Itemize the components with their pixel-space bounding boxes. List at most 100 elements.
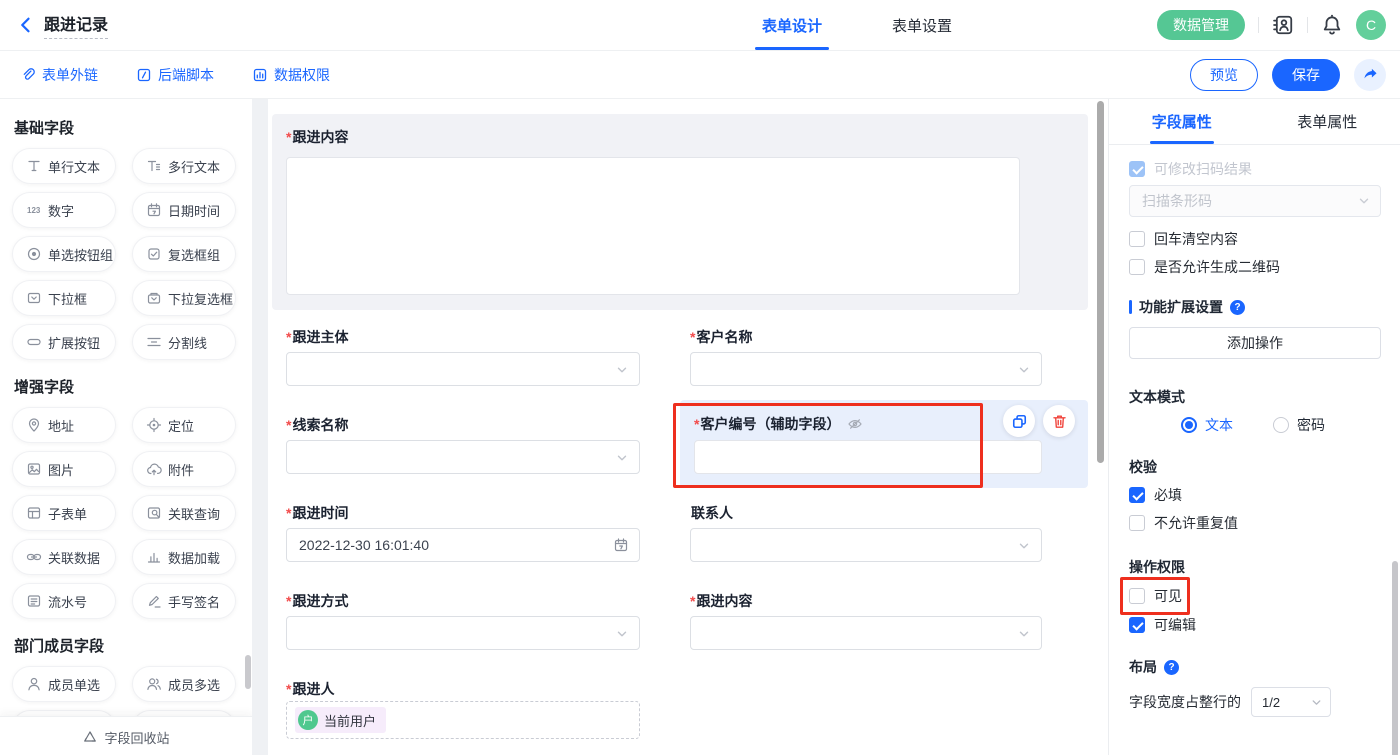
customer-no-input[interactable]: [694, 440, 1042, 474]
field-type-pill-数字[interactable]: 123数字: [12, 192, 116, 228]
field-type-pill-流水号[interactable]: 流水号: [12, 583, 116, 619]
checkbox[interactable]: [1129, 617, 1145, 633]
checkbox[interactable]: [1129, 487, 1145, 503]
validate-title: 校验: [1129, 457, 1157, 477]
checkbox-editable[interactable]: 可编辑: [1129, 615, 1196, 635]
tab-form-properties[interactable]: 表单属性: [1255, 99, 1400, 144]
field-type-pill-图片[interactable]: 图片: [12, 451, 116, 487]
clue-name-select[interactable]: [286, 440, 640, 474]
checkbox[interactable]: [1129, 588, 1145, 604]
tab-form-settings[interactable]: 表单设置: [886, 0, 958, 50]
permission-icon: [252, 67, 268, 83]
field-type-pill-扩展按钮[interactable]: 扩展按钮: [12, 324, 116, 360]
checkbox[interactable]: [1129, 231, 1145, 247]
section-extension-settings: 功能扩展设置 ?: [1129, 297, 1245, 317]
radio-text[interactable]: [1181, 417, 1197, 433]
header-tabs: 表单设计 表单设置: [756, 0, 958, 50]
field-type-pill-数据加载[interactable]: 数据加载: [132, 539, 236, 575]
field-type-label: 定位: [168, 416, 194, 435]
panel-scrollbar[interactable]: [1392, 561, 1398, 755]
member-single-icon: [26, 676, 42, 692]
backend-script-link[interactable]: 后端脚本: [136, 65, 214, 85]
field-type-pill-手写签名[interactable]: 手写签名: [132, 583, 236, 619]
data-permission-link[interactable]: 数据权限: [252, 65, 330, 85]
field-type-pill-多行文本[interactable]: 多行文本: [132, 148, 236, 184]
follow-subject-select[interactable]: [286, 352, 640, 386]
copy-icon: [1011, 413, 1028, 430]
attachment-icon: [146, 461, 162, 477]
canvas-scrollbar[interactable]: [1097, 101, 1104, 463]
contact-select[interactable]: [690, 528, 1042, 562]
field-type-pill-复选框组[interactable]: 复选框组: [132, 236, 236, 272]
field-type-pill-成员单选[interactable]: 成员单选: [12, 666, 116, 702]
field-width-select[interactable]: 1/2: [1251, 687, 1331, 717]
tab-form-design[interactable]: 表单设计: [756, 0, 828, 50]
scan-type-select: 扫描条形码: [1129, 185, 1381, 217]
multi-line-text-icon: [146, 158, 162, 174]
field-follow-content-textarea[interactable]: *跟进内容: [272, 114, 1088, 310]
chevron-down-icon: [614, 626, 630, 642]
checkbox-allow-qrcode[interactable]: 是否允许生成二维码: [1129, 257, 1280, 277]
field-type-pill-日期时间[interactable]: 日期时间: [132, 192, 236, 228]
help-icon[interactable]: ?: [1230, 300, 1245, 315]
field-label: *客户名称: [690, 327, 752, 347]
field-type-label: 数据加载: [168, 548, 220, 567]
field-type-pill-下拉框[interactable]: 下拉框: [12, 280, 116, 316]
follow-time-input[interactable]: 2022-12-30 16:01:40: [286, 528, 640, 562]
notification-bell-icon[interactable]: [1321, 14, 1343, 36]
checkbox-enter-clear[interactable]: 回车清空内容: [1129, 229, 1238, 249]
add-action-button[interactable]: 添加操作: [1129, 327, 1381, 359]
help-icon[interactable]: ?: [1164, 660, 1179, 675]
copy-field-button[interactable]: [1003, 405, 1035, 437]
field-recycle-bin[interactable]: 字段回收站: [0, 716, 252, 755]
form-designer-app: 跟进记录 表单设计 表单设置 数据管理 C 表单外链 后端脚本: [0, 0, 1400, 755]
chevron-down-icon: [1016, 362, 1032, 378]
field-label: *线索名称: [286, 415, 348, 435]
divider: [1307, 17, 1308, 33]
field-type-pill-单行文本[interactable]: 单行文本: [12, 148, 116, 184]
contact-book-icon[interactable]: [1272, 14, 1294, 36]
customer-name-select[interactable]: [690, 352, 1042, 386]
follow-way-select[interactable]: [286, 616, 640, 650]
delete-field-button[interactable]: [1043, 405, 1075, 437]
field-type-pill-单选按钮组[interactable]: 单选按钮组: [12, 236, 116, 272]
follow-content-select[interactable]: [690, 616, 1042, 650]
sidebar-scrollbar[interactable]: [245, 655, 251, 689]
field-type-label: 分割线: [168, 333, 207, 352]
eye-off-icon: [847, 416, 863, 432]
field-type-pill-子表单[interactable]: 子表单: [12, 495, 116, 531]
divider-icon: [146, 334, 162, 350]
checkbox[interactable]: [1129, 259, 1145, 275]
share-button[interactable]: [1354, 59, 1386, 91]
checkbox-required[interactable]: 必填: [1129, 485, 1182, 505]
subform-icon: [26, 505, 42, 521]
checkbox-visible[interactable]: 可见: [1129, 586, 1182, 606]
selected-field-customer-no[interactable]: *客户编号（辅助字段）: [680, 400, 1088, 488]
field-type-pill-分割线[interactable]: 分割线: [132, 324, 236, 360]
field-type-pill-关联数据[interactable]: 关联数据: [12, 539, 116, 575]
serial-number-icon: [26, 593, 42, 609]
form-canvas: *跟进内容 *跟进主体 *客户名称 *线索名称 *客户编号（辅助字段）: [268, 99, 1108, 755]
back-chevron-icon[interactable]: [16, 15, 36, 35]
current-user-tag[interactable]: 户 当前用户: [295, 707, 386, 733]
radio-password[interactable]: [1273, 417, 1289, 433]
checkbox-no-repeat[interactable]: 不允许重复值: [1129, 513, 1238, 533]
field-type-label: 流水号: [48, 592, 87, 611]
field-type-pill-地址[interactable]: 地址: [12, 407, 116, 443]
checkbox[interactable]: [1129, 515, 1145, 531]
preview-button[interactable]: 预览: [1190, 59, 1258, 91]
data-manage-button[interactable]: 数据管理: [1157, 10, 1245, 40]
field-type-pill-附件[interactable]: 附件: [132, 451, 236, 487]
save-button[interactable]: 保存: [1272, 59, 1340, 91]
form-external-link[interactable]: 表单外链: [20, 65, 98, 85]
field-type-pill-下拉复选框[interactable]: 下拉复选框: [132, 280, 236, 316]
field-type-pill-成员多选[interactable]: 成员多选: [132, 666, 236, 702]
field-type-pill-关联查询[interactable]: 关联查询: [132, 495, 236, 531]
follow-person-field[interactable]: 户 当前用户: [286, 701, 640, 739]
signature-icon: [146, 593, 162, 609]
page-title[interactable]: 跟进记录: [44, 11, 108, 39]
tab-field-properties[interactable]: 字段属性: [1109, 99, 1255, 144]
avatar[interactable]: C: [1356, 10, 1386, 40]
textarea-input[interactable]: [286, 157, 1020, 295]
field-type-pill-定位[interactable]: 定位: [132, 407, 236, 443]
